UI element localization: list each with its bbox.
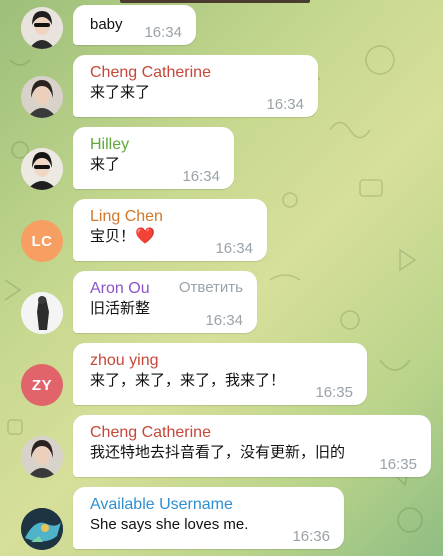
message-timestamp: 16:35 bbox=[379, 456, 417, 473]
sender-name[interactable]: Cheng Catherine bbox=[90, 63, 304, 83]
message-timestamp: 16:34 bbox=[182, 168, 220, 185]
message-text-body: 宝贝！ bbox=[90, 228, 136, 245]
message-timestamp: 16:36 bbox=[292, 528, 330, 545]
message-text: 来了，来了，来了，我来了！ bbox=[90, 372, 286, 389]
user-photo-icon bbox=[21, 76, 63, 118]
avatar[interactable] bbox=[21, 508, 63, 550]
avatar[interactable] bbox=[21, 292, 63, 334]
message-timestamp: 16:34 bbox=[205, 312, 243, 329]
user-photo-icon bbox=[21, 508, 63, 550]
message-text: She says she loves me. bbox=[90, 516, 249, 533]
message-text: 旧活新整 bbox=[90, 300, 151, 317]
message-timestamp: 16:34 bbox=[215, 240, 253, 257]
message-timestamp: 16:34 bbox=[266, 96, 304, 113]
message-text: 我还特地去抖音看了，没有更新，旧的 bbox=[90, 444, 346, 461]
message-bubble[interactable]: Hilley 来了 16:34 bbox=[73, 127, 234, 189]
sender-name[interactable]: Ling Chen bbox=[90, 207, 253, 227]
avatar[interactable] bbox=[21, 436, 63, 478]
message-bubble[interactable]: zhou ying 来了，来了，来了，我来了！ 16:35 bbox=[73, 343, 367, 405]
avatar[interactable] bbox=[21, 7, 63, 49]
message-bubble[interactable]: Aron Ou Ответить 旧活新整 16:34 bbox=[73, 271, 257, 333]
sender-name[interactable]: Available Username bbox=[90, 495, 330, 515]
message-timestamp: 16:34 bbox=[144, 24, 182, 41]
avatar-initials: LC bbox=[31, 232, 53, 250]
user-photo-icon bbox=[21, 7, 63, 49]
avatar[interactable]: ZY bbox=[21, 364, 63, 406]
heart-emoji: ❤️ bbox=[135, 228, 155, 245]
user-photo-icon bbox=[21, 148, 63, 190]
reply-button[interactable]: Ответить bbox=[179, 279, 243, 296]
message-bubble[interactable]: baby 16:34 bbox=[73, 5, 196, 45]
message-text: 宝贝！❤️ bbox=[90, 227, 155, 247]
avatar[interactable]: LC bbox=[21, 220, 63, 262]
user-photo-icon bbox=[21, 292, 63, 334]
user-photo-icon bbox=[21, 436, 63, 478]
message-text: baby bbox=[90, 16, 123, 33]
message-bubble[interactable]: Available Username She says she loves me… bbox=[73, 487, 344, 549]
avatar-initials: ZY bbox=[31, 376, 53, 394]
message-timestamp: 16:35 bbox=[315, 384, 353, 401]
message-text: 来了来了 bbox=[90, 84, 151, 101]
sender-name[interactable]: Cheng Catherine bbox=[90, 423, 417, 443]
sender-name[interactable]: Hilley bbox=[90, 135, 220, 155]
message-bubble[interactable]: Cheng Catherine 来了来了 16:34 bbox=[73, 55, 318, 117]
sender-name[interactable]: zhou ying bbox=[90, 351, 353, 371]
message-text: 来了 bbox=[90, 156, 121, 173]
chat-message-list[interactable]: baby 16:34 Cheng Catherine 来了来了 16:34 Hi… bbox=[0, 0, 443, 556]
message-bubble[interactable]: Ling Chen 宝贝！❤️ 16:34 bbox=[73, 199, 267, 261]
avatar[interactable] bbox=[21, 76, 63, 118]
message-bubble[interactable]: Cheng Catherine 我还特地去抖音看了，没有更新，旧的 16:35 bbox=[73, 415, 431, 477]
avatar[interactable] bbox=[21, 148, 63, 190]
